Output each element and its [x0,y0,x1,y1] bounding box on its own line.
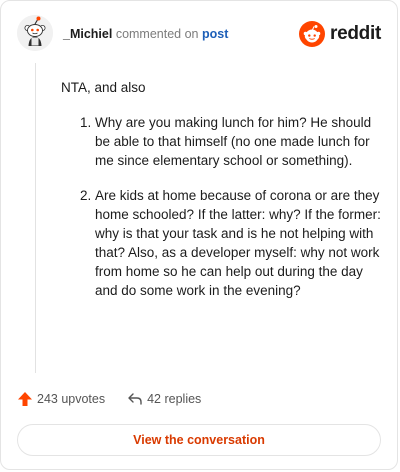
comment-intro: NTA, and also [61,80,146,95]
reddit-wordmark: reddit [330,23,381,44]
reply-arrow-icon [128,393,142,405]
upvote-count: 243 upvotes [37,392,106,406]
view-conversation-button[interactable]: View the conversation [17,424,381,456]
username-link[interactable]: _Michiel [63,27,112,41]
upvote-button[interactable]: 243 upvotes [17,391,105,407]
comment-body: NTA, and also Why are you making lunch f… [61,78,381,316]
replies-button[interactable]: 42 replies [127,391,201,407]
comment-byline: _Michiel commented on post [63,27,228,41]
comment-list-item: Why are you making lunch for him? He sho… [95,113,381,170]
reddit-logo-icon [299,21,326,47]
reddit-logo[interactable]: reddit [299,19,381,49]
reply-count: 42 replies [147,392,202,406]
comment-list: Why are you making lunch for him? He sho… [61,113,381,300]
thread-line [35,63,36,373]
comment-footer: 243 upvotes 42 replies [17,387,381,411]
upvote-arrow-icon [18,392,32,406]
post-link[interactable]: post [202,27,228,41]
comment-card: _Michiel commented on post reddit NTA, a… [0,0,398,470]
user-avatar[interactable] [17,15,53,51]
comment-header: _Michiel commented on post reddit [17,13,381,55]
comment-list-item: Are kids at home because of corona or ar… [95,186,381,300]
byline-action-text: commented on [115,27,199,41]
snoo-avatar-icon [17,15,53,51]
